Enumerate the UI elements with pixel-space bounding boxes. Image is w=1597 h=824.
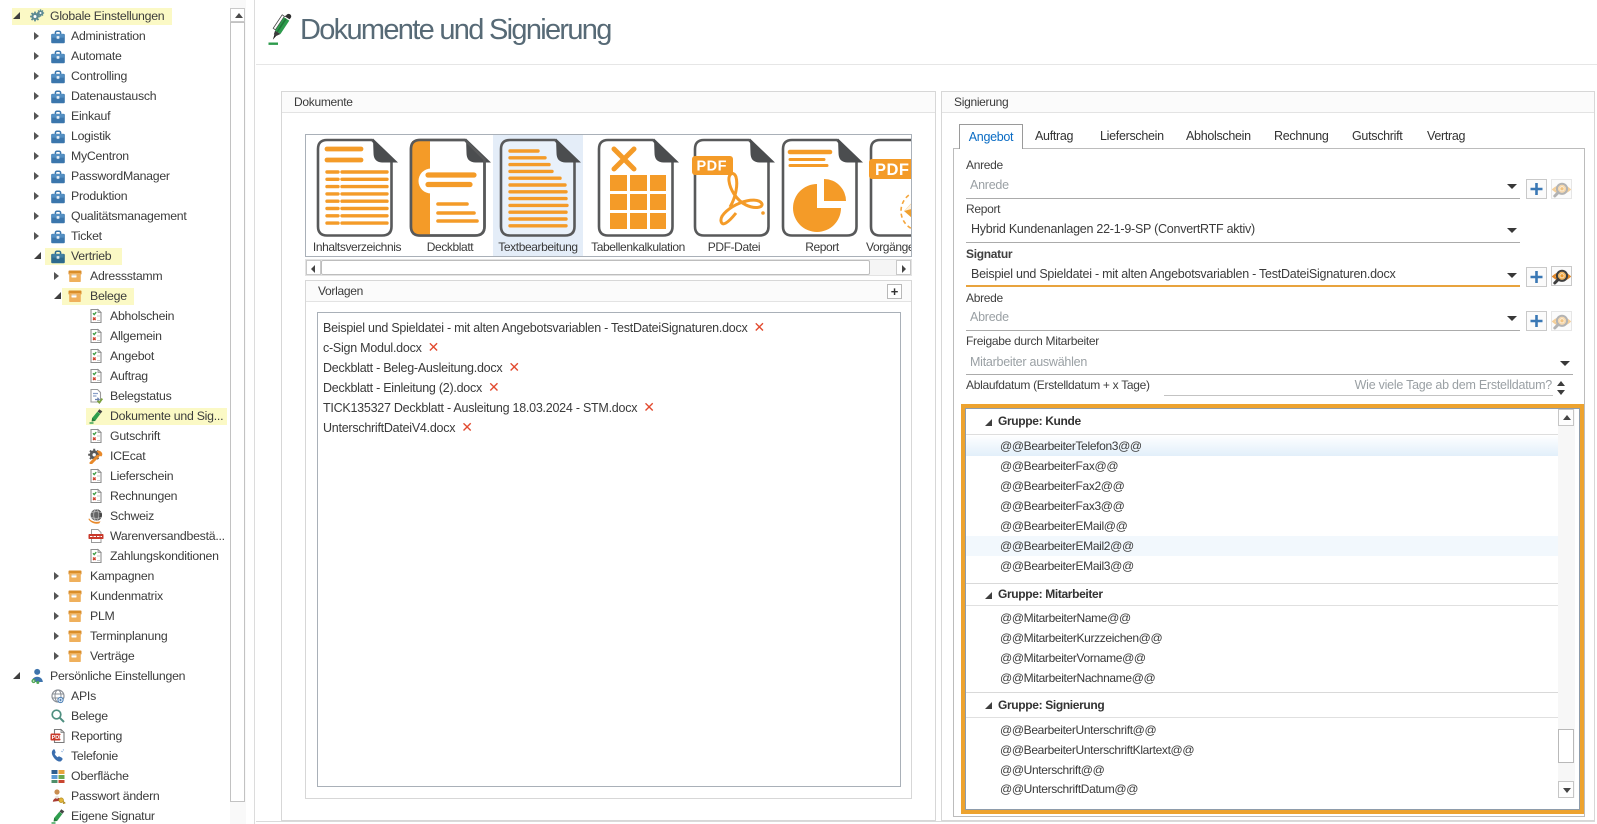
svg-text:PDF: PDF: [875, 161, 910, 179]
svg-text:PDF: PDF: [697, 159, 728, 175]
